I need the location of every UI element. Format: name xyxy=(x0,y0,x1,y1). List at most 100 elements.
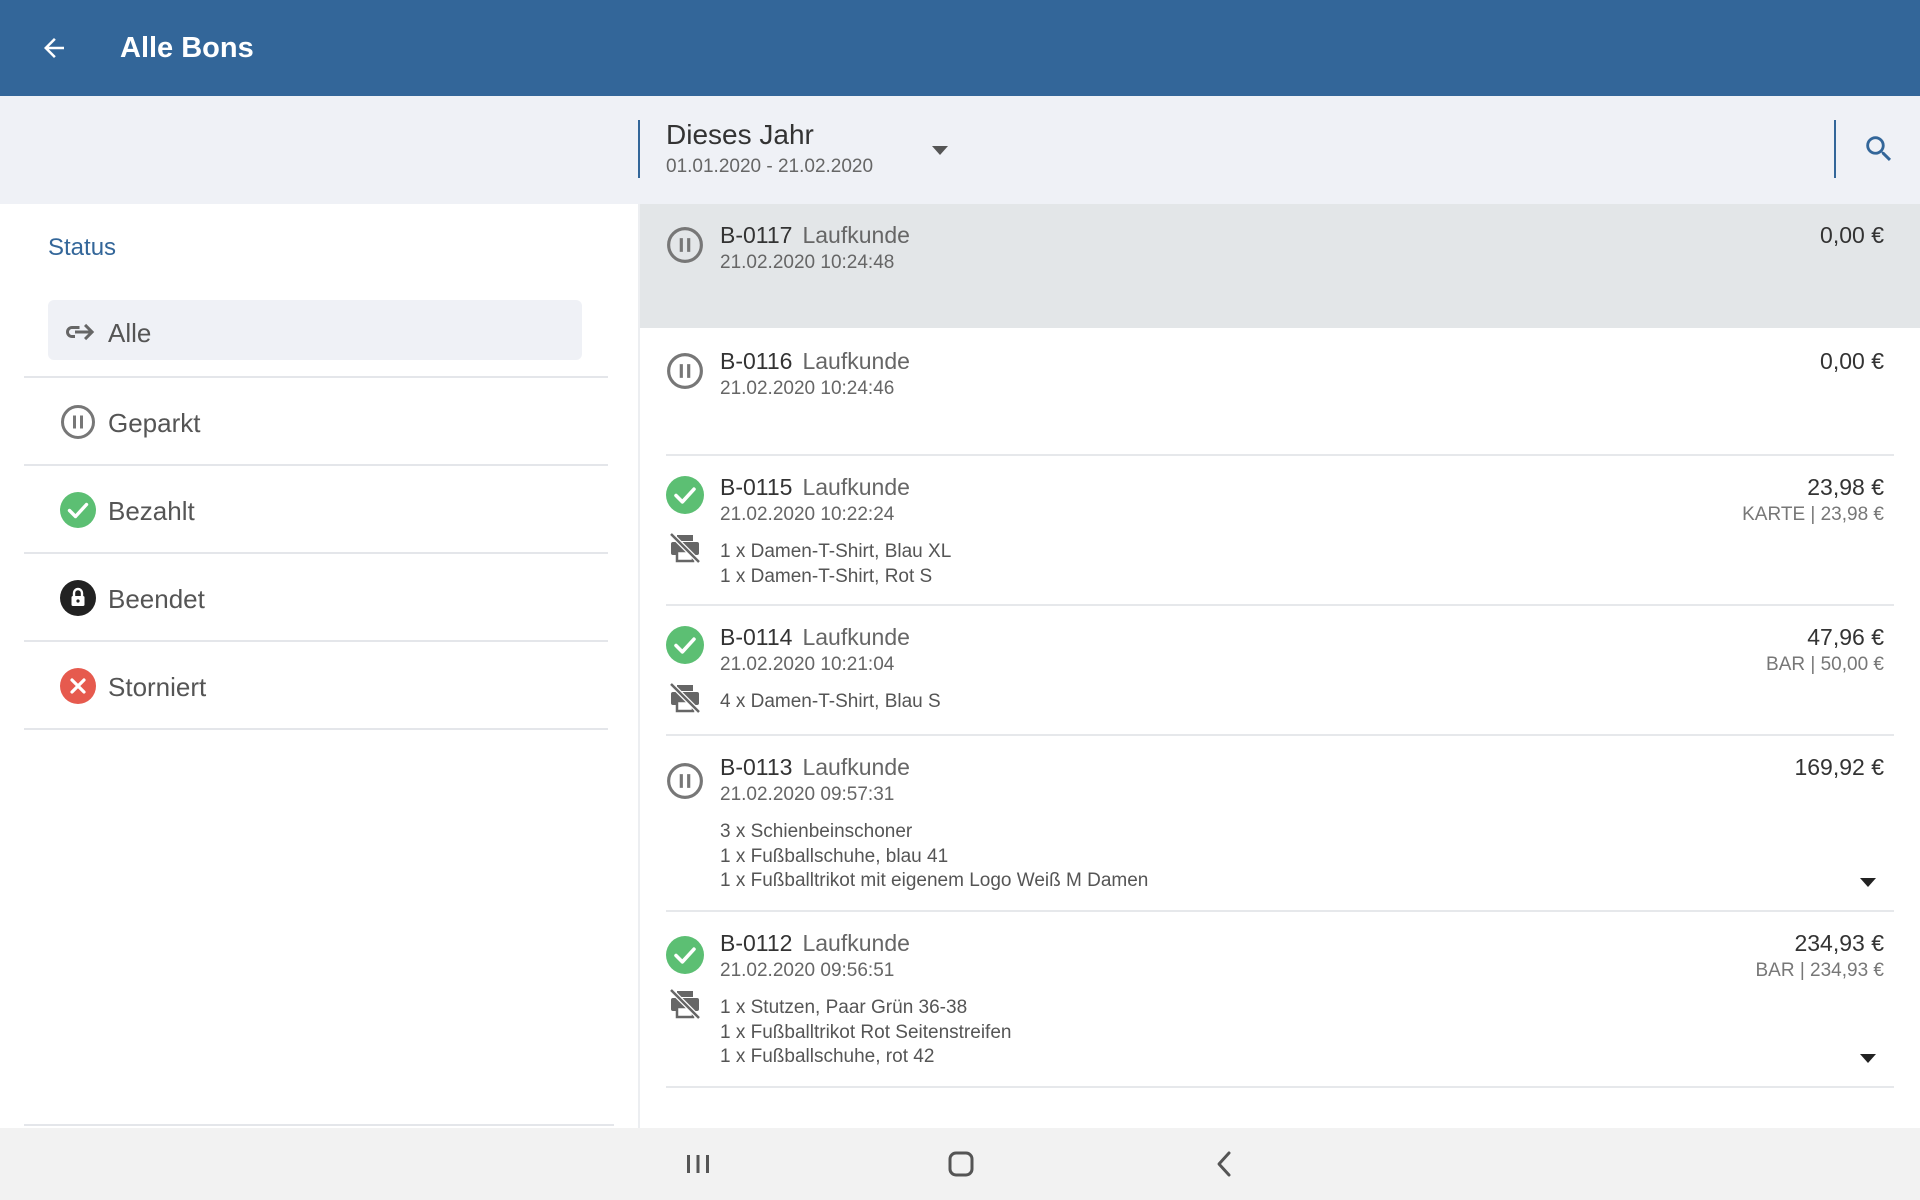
receipt-number: B-0114 Laufkunde xyxy=(720,624,910,651)
search-icon xyxy=(1866,136,1892,162)
sidebar-item-storniert[interactable]: Storniert xyxy=(24,642,608,730)
lock-icon xyxy=(60,580,96,616)
expand-arrow-icon[interactable] xyxy=(1860,1054,1876,1063)
customer-name: Laufkunde xyxy=(802,624,910,650)
receipt-number-text: B-0116 xyxy=(720,348,793,374)
receipt-number: B-0116 Laufkunde xyxy=(720,348,910,375)
receipt-datetime: 21.02.2020 09:56:51 xyxy=(720,960,895,981)
expand-arrow-icon[interactable] xyxy=(1860,878,1876,887)
receipt-datetime: 21.02.2020 10:21:04 xyxy=(720,654,895,675)
sidebar-item-label: Alle xyxy=(108,318,152,348)
receipt-number: B-0112 Laufkunde xyxy=(720,930,910,957)
receipt-number-text: B-0115 xyxy=(720,474,793,500)
receipt-number: B-0117 Laufkunde xyxy=(720,222,910,249)
receipt-item: 1 x Fußballschuhe, rot 42 xyxy=(720,1046,935,1067)
check-circle-icon xyxy=(666,626,704,664)
receipt-item: 1 x Fußballtrikot mit eigenem Logo Weiß … xyxy=(720,870,1149,891)
pause-circle-icon xyxy=(60,404,96,440)
sidebar-item-geparkt[interactable]: Geparkt xyxy=(24,378,608,466)
period-dropdown[interactable]: Dieses Jahr 01.01.2020 - 21.02.2020 xyxy=(638,120,976,178)
receipt-item: 1 x Fußballschuhe, blau 41 xyxy=(720,845,949,867)
divider xyxy=(666,1086,1894,1088)
receipt-list: B-0117 Laufkunde 21.02.2020 10:24:48 0,00… xyxy=(638,204,1920,1128)
check-circle-icon xyxy=(666,936,704,974)
customer-name: Laufkunde xyxy=(802,348,910,374)
recent-apps-icon xyxy=(687,1155,709,1173)
sidebar-item-label: Beendet xyxy=(108,584,205,614)
receipt-amount: 234,93 € xyxy=(1794,930,1884,956)
receipt-number-text: B-0117 xyxy=(720,222,793,248)
system-nav-bar xyxy=(0,1128,1920,1200)
receipt-item: 1 x Damen-T-Shirt, Rot S xyxy=(720,565,933,587)
pause-circle-icon xyxy=(667,353,703,389)
status-heading: Status xyxy=(48,234,117,261)
sidebar-item-beendet[interactable]: Beendet xyxy=(24,554,608,642)
link-icon xyxy=(60,314,96,350)
receipt-row[interactable]: B-0117 Laufkunde 21.02.2020 10:24:48 0,00… xyxy=(640,204,1920,328)
receipt-item: 4 x Damen-T-Shirt, Blau S xyxy=(720,691,941,712)
back-button[interactable] xyxy=(0,0,108,96)
search-button[interactable] xyxy=(1862,132,1892,168)
sidebar-item-alle[interactable]: Alle xyxy=(24,290,608,378)
receipt-number-text: B-0113 xyxy=(720,754,793,780)
receipt-number-text: B-0112 xyxy=(720,930,793,956)
back-icon xyxy=(1217,1151,1231,1177)
pause-circle-icon xyxy=(667,227,703,263)
recent-apps-button[interactable] xyxy=(678,1146,718,1182)
page-title: Alle Bons xyxy=(120,31,254,64)
receipt-amount: 169,92 € xyxy=(1794,754,1884,780)
no-print-icon xyxy=(669,682,701,714)
receipt-item: 1 x Fußballtrikot Rot Seitenstreifen xyxy=(720,1021,1012,1043)
customer-name: Laufkunde xyxy=(802,754,910,780)
no-print-icon xyxy=(669,532,701,564)
customer-name: Laufkunde xyxy=(802,222,910,248)
receipt-items: 1 x Damen-T-Shirt, Blau XL 1 x Damen-T-S… xyxy=(720,540,951,589)
dropdown-arrow-icon xyxy=(932,146,948,155)
no-print-icon xyxy=(669,988,701,1020)
pause-circle-icon xyxy=(667,763,703,799)
receipt-row[interactable]: B-0113 Laufkunde 21.02.2020 09:57:31 169,… xyxy=(640,736,1920,912)
payment-info: BAR | 234,93 € xyxy=(1755,960,1884,981)
receipt-amount: 47,96 € xyxy=(1807,624,1884,650)
check-circle-icon xyxy=(666,476,704,514)
payment-info: BAR | 50,00 € xyxy=(1766,654,1884,675)
sidebar-item-bezahlt[interactable]: Bezahlt xyxy=(24,466,608,554)
back-button-system[interactable] xyxy=(1205,1146,1245,1182)
receipt-number: B-0113 Laufkunde xyxy=(720,754,910,781)
receipt-row[interactable]: B-0115 Laufkunde 21.02.2020 10:22:24 23,9… xyxy=(640,456,1920,606)
receipt-items: 3 x Schienbeinschoner 1 x Fußballschuhe,… xyxy=(720,820,1148,894)
receipt-datetime: 21.02.2020 10:24:46 xyxy=(720,378,895,399)
divider xyxy=(1834,120,1836,178)
receipt-number-text: B-0114 xyxy=(720,624,793,650)
app-bar: Alle Bons xyxy=(0,0,1920,96)
divider xyxy=(24,1124,614,1126)
sidebar-item-label: Bezahlt xyxy=(108,496,195,526)
receipt-amount: 23,98 € xyxy=(1807,474,1884,500)
receipt-item: 1 x Damen-T-Shirt, Blau XL xyxy=(720,541,952,562)
filter-bar: Dieses Jahr 01.01.2020 - 21.02.2020 xyxy=(0,96,1920,204)
status-sidebar: Status Alle Geparkt Bezahlt Beendet Stor… xyxy=(0,204,638,1128)
receipt-row[interactable]: B-0114 Laufkunde 21.02.2020 10:21:04 47,9… xyxy=(640,606,1920,736)
customer-name: Laufkunde xyxy=(802,474,910,500)
period-range: 01.01.2020 - 21.02.2020 xyxy=(666,156,874,177)
period-title: Dieses Jahr xyxy=(666,119,814,150)
receipt-items: 4 x Damen-T-Shirt, Blau S xyxy=(720,690,941,715)
payment-info: KARTE | 23,98 € xyxy=(1742,504,1884,525)
receipt-row[interactable]: B-0112 Laufkunde 21.02.2020 09:56:51 234,… xyxy=(640,912,1920,1088)
receipt-datetime: 21.02.2020 10:24:48 xyxy=(720,252,895,273)
receipt-number: B-0115 Laufkunde xyxy=(720,474,910,501)
home-button[interactable] xyxy=(941,1146,981,1182)
arrow-left-icon xyxy=(44,38,64,58)
receipt-item: 1 x Stutzen, Paar Grün 36-38 xyxy=(720,997,968,1018)
home-icon xyxy=(948,1151,974,1177)
customer-name: Laufkunde xyxy=(802,930,910,956)
check-circle-icon xyxy=(60,492,96,528)
receipt-items: 1 x Stutzen, Paar Grün 36-38 1 x Fußball… xyxy=(720,996,1011,1070)
cancel-circle-icon xyxy=(60,668,96,704)
receipt-row[interactable]: B-0116 Laufkunde 21.02.2020 10:24:46 0,00… xyxy=(640,330,1920,456)
receipt-amount: 0,00 € xyxy=(1820,348,1884,374)
receipt-datetime: 21.02.2020 09:57:31 xyxy=(720,784,895,805)
receipt-datetime: 21.02.2020 10:22:24 xyxy=(720,504,895,525)
sidebar-item-label: Geparkt xyxy=(108,408,201,438)
receipt-item: 3 x Schienbeinschoner xyxy=(720,821,913,842)
